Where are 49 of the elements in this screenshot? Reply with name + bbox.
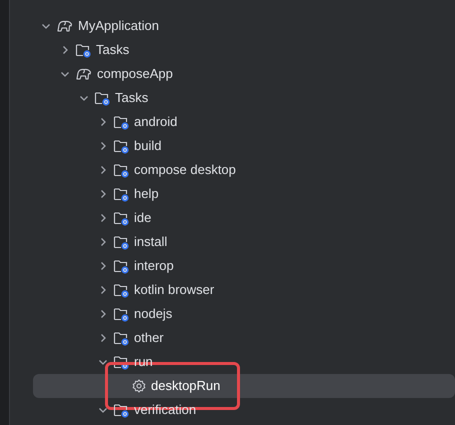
tree-item-label[interactable]: ide (134, 208, 152, 228)
tree-item-label[interactable]: Tasks (115, 88, 148, 108)
chevron-right-icon[interactable] (98, 309, 108, 319)
tree-item-label[interactable]: interop (134, 256, 174, 276)
folder-gear-icon (75, 42, 91, 58)
folder-gear-icon (113, 114, 129, 130)
chevron-down-icon[interactable] (98, 357, 108, 367)
folder-gear-icon (113, 234, 129, 250)
tree-item-label[interactable]: android (134, 112, 178, 132)
tree-item-label[interactable]: composeApp (97, 64, 173, 84)
tree-item-label[interactable]: compose desktop (134, 160, 236, 180)
folder-gear-icon (113, 186, 129, 202)
chevron-right-icon[interactable] (60, 45, 70, 55)
selected-row[interactable] (33, 374, 455, 398)
chevron-right-icon[interactable] (98, 165, 108, 175)
tree-item-label[interactable]: build (134, 136, 162, 156)
folder-gear-icon (113, 162, 129, 178)
tree-item-label[interactable]: desktopRun (151, 376, 220, 396)
chevron-right-icon[interactable] (98, 333, 108, 343)
folder-gear-icon (113, 354, 129, 370)
elephant-icon (75, 67, 92, 81)
tree-item-label[interactable]: Tasks (96, 40, 130, 60)
tree-item-label[interactable]: kotlin browser (134, 280, 214, 300)
chevron-down-icon[interactable] (98, 405, 108, 415)
chevron-right-icon[interactable] (98, 285, 108, 295)
folder-gear-icon (94, 90, 110, 106)
chevron-down-icon[interactable] (60, 69, 70, 79)
tree-item-label[interactable]: other (134, 328, 164, 348)
tree-item-label[interactable]: help (134, 184, 159, 204)
folder-gear-icon (113, 282, 129, 298)
elephant-icon (56, 19, 73, 33)
folder-gear-icon (113, 402, 129, 418)
chevron-right-icon[interactable] (98, 261, 108, 271)
folder-gear-icon (113, 330, 129, 346)
chevron-down-icon[interactable] (41, 21, 51, 31)
chevron-right-icon[interactable] (98, 141, 108, 151)
folder-gear-icon (113, 138, 129, 154)
folder-gear-icon (113, 210, 129, 226)
tree-item-label[interactable]: install (134, 232, 168, 252)
tree-item-label[interactable]: MyApplication (78, 16, 159, 36)
chevron-right-icon[interactable] (98, 189, 108, 199)
tree-item-label[interactable]: nodejs (134, 304, 172, 324)
folder-gear-icon (113, 258, 129, 274)
chevron-right-icon[interactable] (98, 117, 108, 127)
folder-gear-icon (113, 306, 129, 322)
chevron-right-icon[interactable] (98, 213, 108, 223)
chevron-right-icon[interactable] (98, 237, 108, 247)
chevron-down-icon[interactable] (79, 93, 89, 103)
gear-icon (132, 379, 146, 393)
